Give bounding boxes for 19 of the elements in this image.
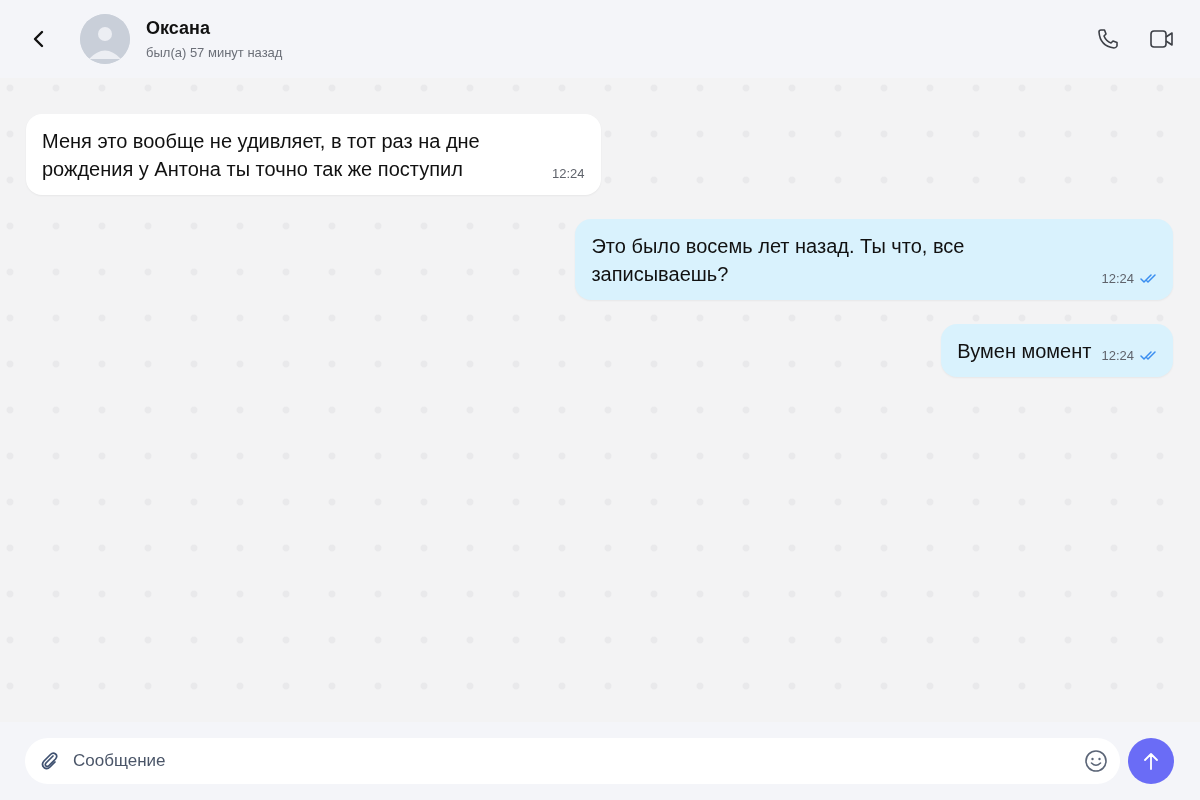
- avatar-icon: [80, 14, 130, 64]
- message-text: Это было восемь лет назад. Ты что, все записываешь?: [591, 234, 966, 287]
- send-button[interactable]: [1128, 738, 1174, 784]
- paperclip-icon: [39, 750, 61, 772]
- message-field[interactable]: Сообщение: [25, 738, 1120, 784]
- phone-icon: [1096, 27, 1120, 51]
- arrow-up-icon: [1142, 751, 1160, 771]
- message-time: 12:24: [552, 166, 585, 181]
- video-camera-icon: [1149, 28, 1175, 50]
- message-time: 12:24: [1101, 348, 1134, 363]
- chevron-left-icon: [32, 30, 46, 48]
- contact-name: Оксана: [146, 18, 211, 39]
- smiley-icon: [1084, 749, 1108, 773]
- message-text: Меня это вообще не удивляет, в тот раз на дне рождения у Антона ты точно так же поступил: [42, 129, 481, 182]
- message-time: 12:24: [1101, 271, 1134, 286]
- attach-button[interactable]: [39, 750, 61, 772]
- message-text: Вумен момент: [957, 339, 1092, 364]
- last-seen-status: был(а) 57 минут назад: [146, 45, 284, 60]
- emoji-button[interactable]: [1084, 749, 1108, 773]
